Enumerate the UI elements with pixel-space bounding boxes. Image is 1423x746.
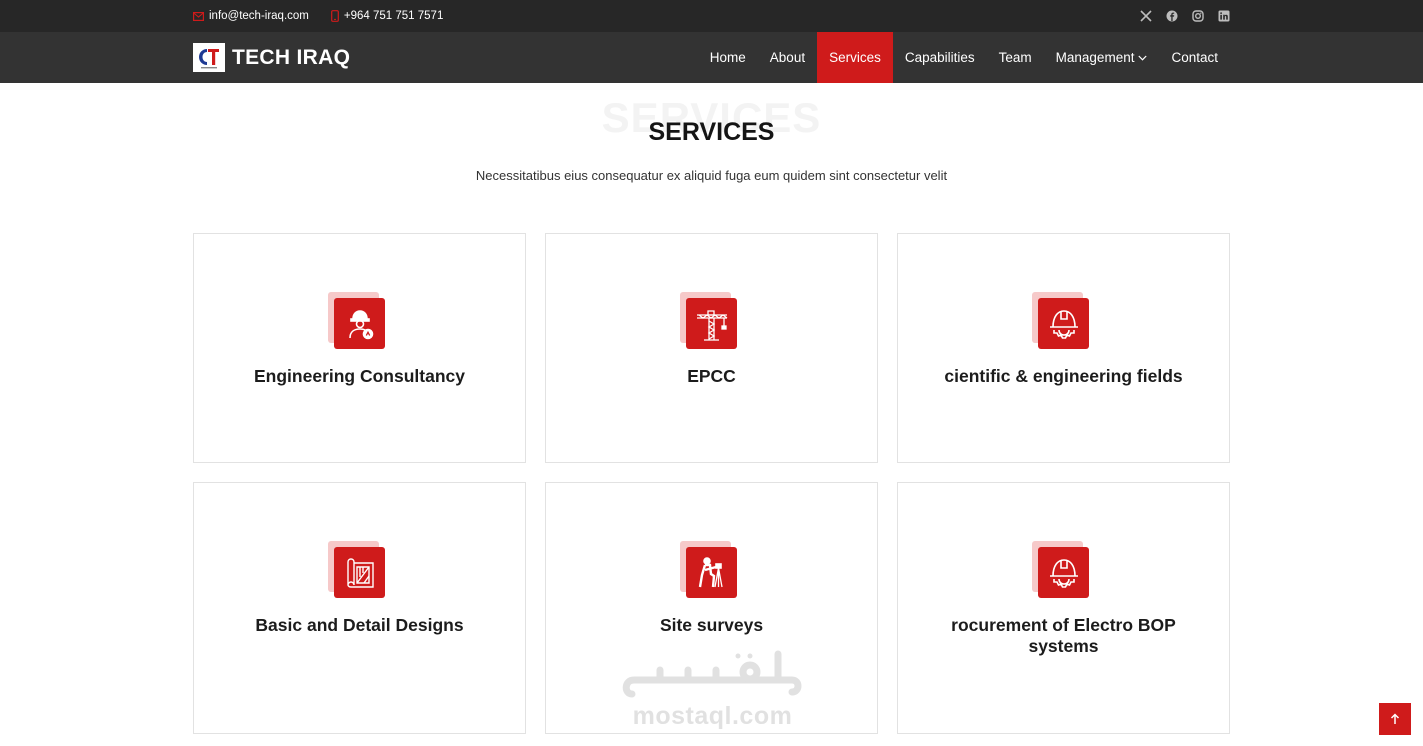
linkedin-icon[interactable] [1218, 10, 1230, 22]
service-icon-wrap [680, 292, 738, 350]
email-text: info@tech-iraq.com [209, 10, 309, 22]
hard-hat-gear-icon [1038, 547, 1089, 598]
back-to-top-button[interactable] [1379, 703, 1411, 735]
logo-mark [193, 43, 225, 72]
service-icon-wrap [328, 541, 386, 599]
service-title: cientific & engineering fields [944, 366, 1183, 386]
arrow-up-icon [1390, 713, 1400, 724]
service-title: EPCC [687, 366, 736, 386]
surveyor-icon [686, 547, 737, 598]
main-nav: Home About Services Capabilities Team Ma… [698, 32, 1230, 83]
nav-capabilities-label: Capabilities [904, 50, 975, 65]
nav-capabilities[interactable]: Capabilities [893, 32, 987, 83]
facebook-icon[interactable] [1166, 10, 1178, 22]
service-card[interactable]: cientific & engineering fields [897, 233, 1230, 463]
blueprint-icon [334, 547, 385, 598]
nav-home[interactable]: Home [698, 32, 758, 83]
service-icon-wrap [1032, 292, 1090, 350]
service-icon-wrap [1032, 541, 1090, 599]
crane-icon [686, 298, 737, 349]
mostaql-logo-arabic [622, 650, 802, 698]
nav-team-label: Team [998, 50, 1032, 65]
nav-contact-label: Contact [1171, 50, 1218, 65]
service-title: Basic and Detail Designs [255, 615, 464, 635]
envelope-icon [193, 11, 204, 21]
chevron-down-icon [1138, 55, 1148, 61]
service-card[interactable]: rocurement of Electro BOP systems [897, 482, 1230, 734]
instagram-icon[interactable] [1192, 10, 1204, 22]
social-links [1140, 0, 1230, 32]
watermark-text: mostaql.com [632, 702, 793, 730]
section-title: SERVICES [648, 118, 775, 146]
x-twitter-icon[interactable] [1140, 10, 1152, 22]
email-link[interactable]: info@tech-iraq.com [193, 10, 309, 22]
nav-contact[interactable]: Contact [1159, 32, 1230, 83]
hard-hat-gear-icon [1038, 298, 1089, 349]
service-card[interactable]: Basic and Detail Designs [193, 482, 526, 734]
nav-about-label: About [769, 50, 806, 65]
nav-team[interactable]: Team [987, 32, 1044, 83]
service-card[interactable]: Engineering Consultancy [193, 233, 526, 463]
service-card[interactable]: EPCC [545, 233, 878, 463]
nav-about[interactable]: About [758, 32, 817, 83]
phone-link[interactable]: +964 751 751 7571 [330, 10, 444, 22]
service-icon-wrap [680, 541, 738, 599]
nav-services-label: Services [829, 50, 881, 65]
mostaql-watermark: mostaql.com [620, 648, 805, 732]
top-bar: info@tech-iraq.com +964 751 751 7571 [0, 0, 1423, 32]
brand-logo[interactable]: TECH IRAQ [193, 42, 350, 73]
main-header: TECH IRAQ Home About Services Capabiliti… [0, 32, 1423, 83]
nav-management[interactable]: Management [1044, 32, 1160, 83]
section-subtitle: Necessitatibus eius consequatur ex aliqu… [475, 168, 948, 183]
service-title: rocurement of Electro BOP systems [951, 615, 1176, 656]
phone-icon [330, 10, 339, 22]
nav-management-label: Management [1055, 50, 1135, 65]
brand-name: TECH IRAQ [232, 45, 351, 69]
service-icon-wrap [328, 292, 386, 350]
nav-services[interactable]: Services [817, 32, 893, 83]
service-title: Engineering Consultancy [254, 366, 465, 386]
engineer-icon [334, 298, 385, 349]
contact-info: info@tech-iraq.com +964 751 751 7571 [193, 0, 443, 32]
nav-home-label: Home [709, 50, 746, 65]
phone-text: +964 751 751 7571 [343, 10, 444, 22]
service-title: Site surveys [659, 615, 764, 635]
